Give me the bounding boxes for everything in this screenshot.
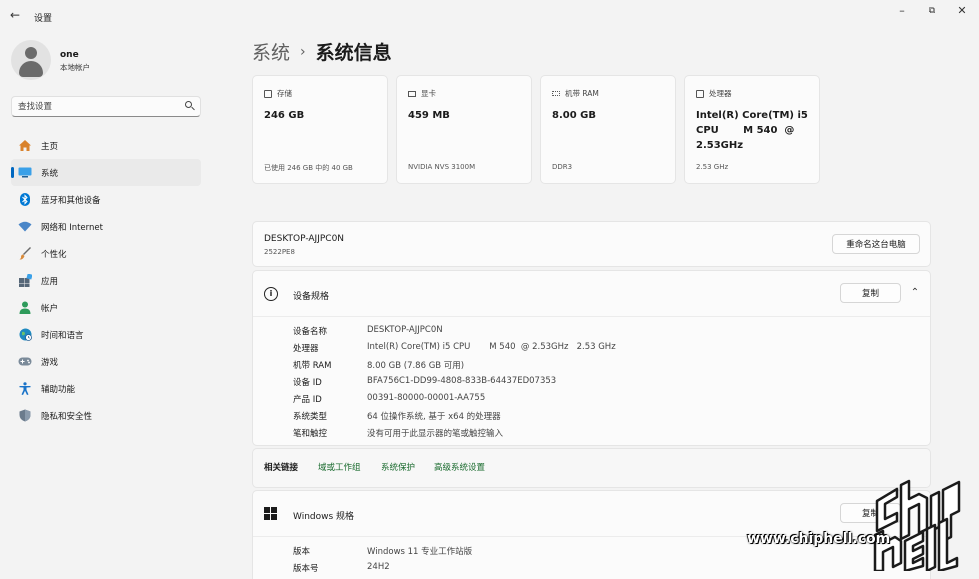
account-type: 本地帐户	[60, 63, 90, 72]
card-title: 存储	[277, 89, 292, 98]
sidebar-item-label: 系统	[41, 168, 59, 179]
watermark-url: www.chiphell.com	[747, 531, 891, 547]
sidebar-item-label: 隐私和安全性	[41, 411, 93, 422]
card-subtitle: NVIDIA NVS 3100M	[408, 163, 476, 171]
home-icon	[18, 139, 32, 153]
sidebar-item-privacy[interactable]: 隐私和安全性	[11, 402, 201, 429]
storage-card[interactable]: 存储 246 GB 已使用 246 GB 中的 40 GB	[252, 75, 388, 184]
breadcrumb: 系统 › 系统信息	[252, 38, 392, 65]
section-title: Windows 规格	[293, 512, 355, 522]
sidebar-item-bluetooth[interactable]: 蓝牙和其他设备	[11, 186, 201, 213]
sidebar-item-label: 辅助功能	[41, 384, 76, 395]
chiphell-logo	[873, 479, 961, 571]
breadcrumb-parent[interactable]: 系统	[252, 38, 290, 65]
spec-row: 系统类型 64 位操作系统, 基于 x64 的处理器	[293, 412, 501, 422]
sidebar-item-time-language[interactable]: 时间和语言	[11, 321, 201, 348]
windows-logo-icon	[264, 507, 277, 520]
sidebar-item-network[interactable]: 网络和 Internet	[11, 213, 201, 240]
sidebar-item-personalization[interactable]: 个性化	[11, 240, 201, 267]
spec-row: 处理器 Intel(R) Core(TM) i5 CPU M 540 @ 2.53…	[293, 342, 616, 354]
sidebar-item-accounts[interactable]: 帐户	[11, 294, 201, 321]
avatar[interactable]	[11, 40, 51, 80]
card-title: 显卡	[421, 89, 436, 98]
sidebar-item-label: 主页	[41, 141, 59, 152]
device-specs-panel: i 设备规格 复制 ⌃ 设备名称 DESKTOP-AJJPC0N 处理器 Intel…	[252, 270, 931, 446]
sidebar-item-label: 帐户	[41, 303, 59, 314]
link-system-protection[interactable]: 系统保护	[381, 461, 415, 473]
wifi-icon	[18, 220, 32, 234]
sidebar-item-label: 个性化	[41, 249, 67, 260]
card-value: 246 GB	[264, 110, 305, 121]
spec-row: 笔和触控 没有可用于此显示器的笔或触控输入	[293, 429, 504, 439]
device-specs-header[interactable]: i 设备规格 复制 ⌃	[253, 271, 930, 317]
watermark: www.chiphell.com	[747, 471, 965, 571]
minimize-button[interactable]: –	[893, 4, 911, 18]
title-bar: ← 设置 – ⧉ ✕	[0, 0, 979, 32]
link-domain-workgroup[interactable]: 域或工作组	[318, 461, 361, 473]
gpu-icon	[408, 90, 416, 97]
breadcrumb-separator: ›	[300, 43, 306, 60]
ram-icon	[552, 91, 560, 96]
sidebar-item-label: 时间和语言	[41, 330, 84, 341]
brush-icon	[18, 247, 32, 261]
spec-row: 产品 ID 00391-80000-00001-AA755	[293, 393, 486, 405]
sidebar-item-apps[interactable]: 应用	[11, 267, 201, 294]
sidebar-nav: 主页 系统 蓝牙和其他设备 网络和 Internet 个性化 应用 帐户 时间和…	[11, 132, 201, 429]
card-value: 459 MB	[408, 110, 450, 121]
gpu-card[interactable]: 显卡 459 MB NVIDIA NVS 3100M	[396, 75, 532, 184]
related-links-title: 相关链接	[264, 463, 299, 473]
bluetooth-icon	[18, 193, 32, 207]
page-title: 系统信息	[315, 42, 392, 64]
info-icon: i	[264, 287, 278, 301]
card-subtitle: 已使用 246 GB 中的 40 GB	[264, 164, 353, 172]
card-value: Intel(R) Core(TM) i5 CPU M 540 @ 2.53GHz	[696, 110, 812, 151]
sidebar-item-accessibility[interactable]: 辅助功能	[11, 375, 201, 402]
rename-pc-button[interactable]: 重命名这台电脑	[832, 234, 920, 254]
card-value: 8.00 GB	[552, 110, 596, 121]
accessibility-icon	[18, 382, 32, 396]
spec-row: 设备 ID BFA756C1-DD99-4808-833B-64437ED0735…	[293, 376, 557, 388]
spec-row: 版本号 24H2	[293, 562, 390, 574]
card-title: 机带 RAM	[565, 89, 599, 98]
person-icon	[18, 301, 32, 315]
spec-row: 设备名称 DESKTOP-AJJPC0N	[293, 325, 443, 337]
sidebar-item-home[interactable]: 主页	[11, 132, 201, 159]
pc-model: 2522PE8	[264, 248, 295, 256]
copy-button[interactable]: 复制	[840, 283, 901, 303]
restore-button[interactable]: ⧉	[923, 4, 941, 18]
monitor-icon	[18, 166, 32, 180]
search-icon[interactable]	[185, 101, 192, 108]
card-subtitle: 2.53 GHz	[696, 163, 729, 171]
search-input[interactable]	[18, 100, 178, 113]
storage-icon	[264, 89, 272, 98]
shield-icon	[18, 409, 32, 423]
cpu-icon	[696, 89, 704, 98]
sidebar-item-label: 应用	[41, 276, 59, 287]
app-title: 设置	[34, 14, 53, 24]
search-box[interactable]	[11, 96, 201, 117]
sidebar-item-label: 游戏	[41, 357, 59, 368]
section-title: 设备规格	[293, 292, 330, 302]
back-arrow-icon[interactable]: ←	[10, 8, 20, 22]
pc-name-panel: DESKTOP-AJJPC0N 2522PE8 重命名这台电脑	[252, 221, 931, 267]
sidebar-item-system[interactable]: 系统	[11, 159, 201, 186]
sidebar-item-label: 蓝牙和其他设备	[41, 195, 101, 206]
gamepad-icon	[18, 355, 32, 369]
link-advanced-system-settings[interactable]: 高级系统设置	[434, 461, 485, 473]
sidebar-item-label: 网络和 Internet	[41, 222, 103, 233]
processor-card[interactable]: 处理器 Intel(R) Core(TM) i5 CPU M 540 @ 2.5…	[684, 75, 820, 184]
spec-row: 机带 RAM 8.00 GB (7.86 GB 可用)	[293, 361, 465, 371]
spec-row: 版本 Windows 11 专业工作站版	[293, 547, 473, 557]
globe-clock-icon	[18, 328, 32, 342]
chevron-up-icon[interactable]: ⌃	[908, 287, 922, 301]
apps-icon	[18, 274, 32, 288]
user-name: one	[60, 50, 79, 60]
card-subtitle: DDR3	[552, 163, 573, 171]
ram-card[interactable]: 机带 RAM 8.00 GB DDR3	[540, 75, 676, 184]
close-button[interactable]: ✕	[953, 4, 971, 18]
pc-name: DESKTOP-AJJPC0N	[264, 234, 345, 244]
sidebar-item-gaming[interactable]: 游戏	[11, 348, 201, 375]
card-title: 处理器	[709, 89, 732, 98]
